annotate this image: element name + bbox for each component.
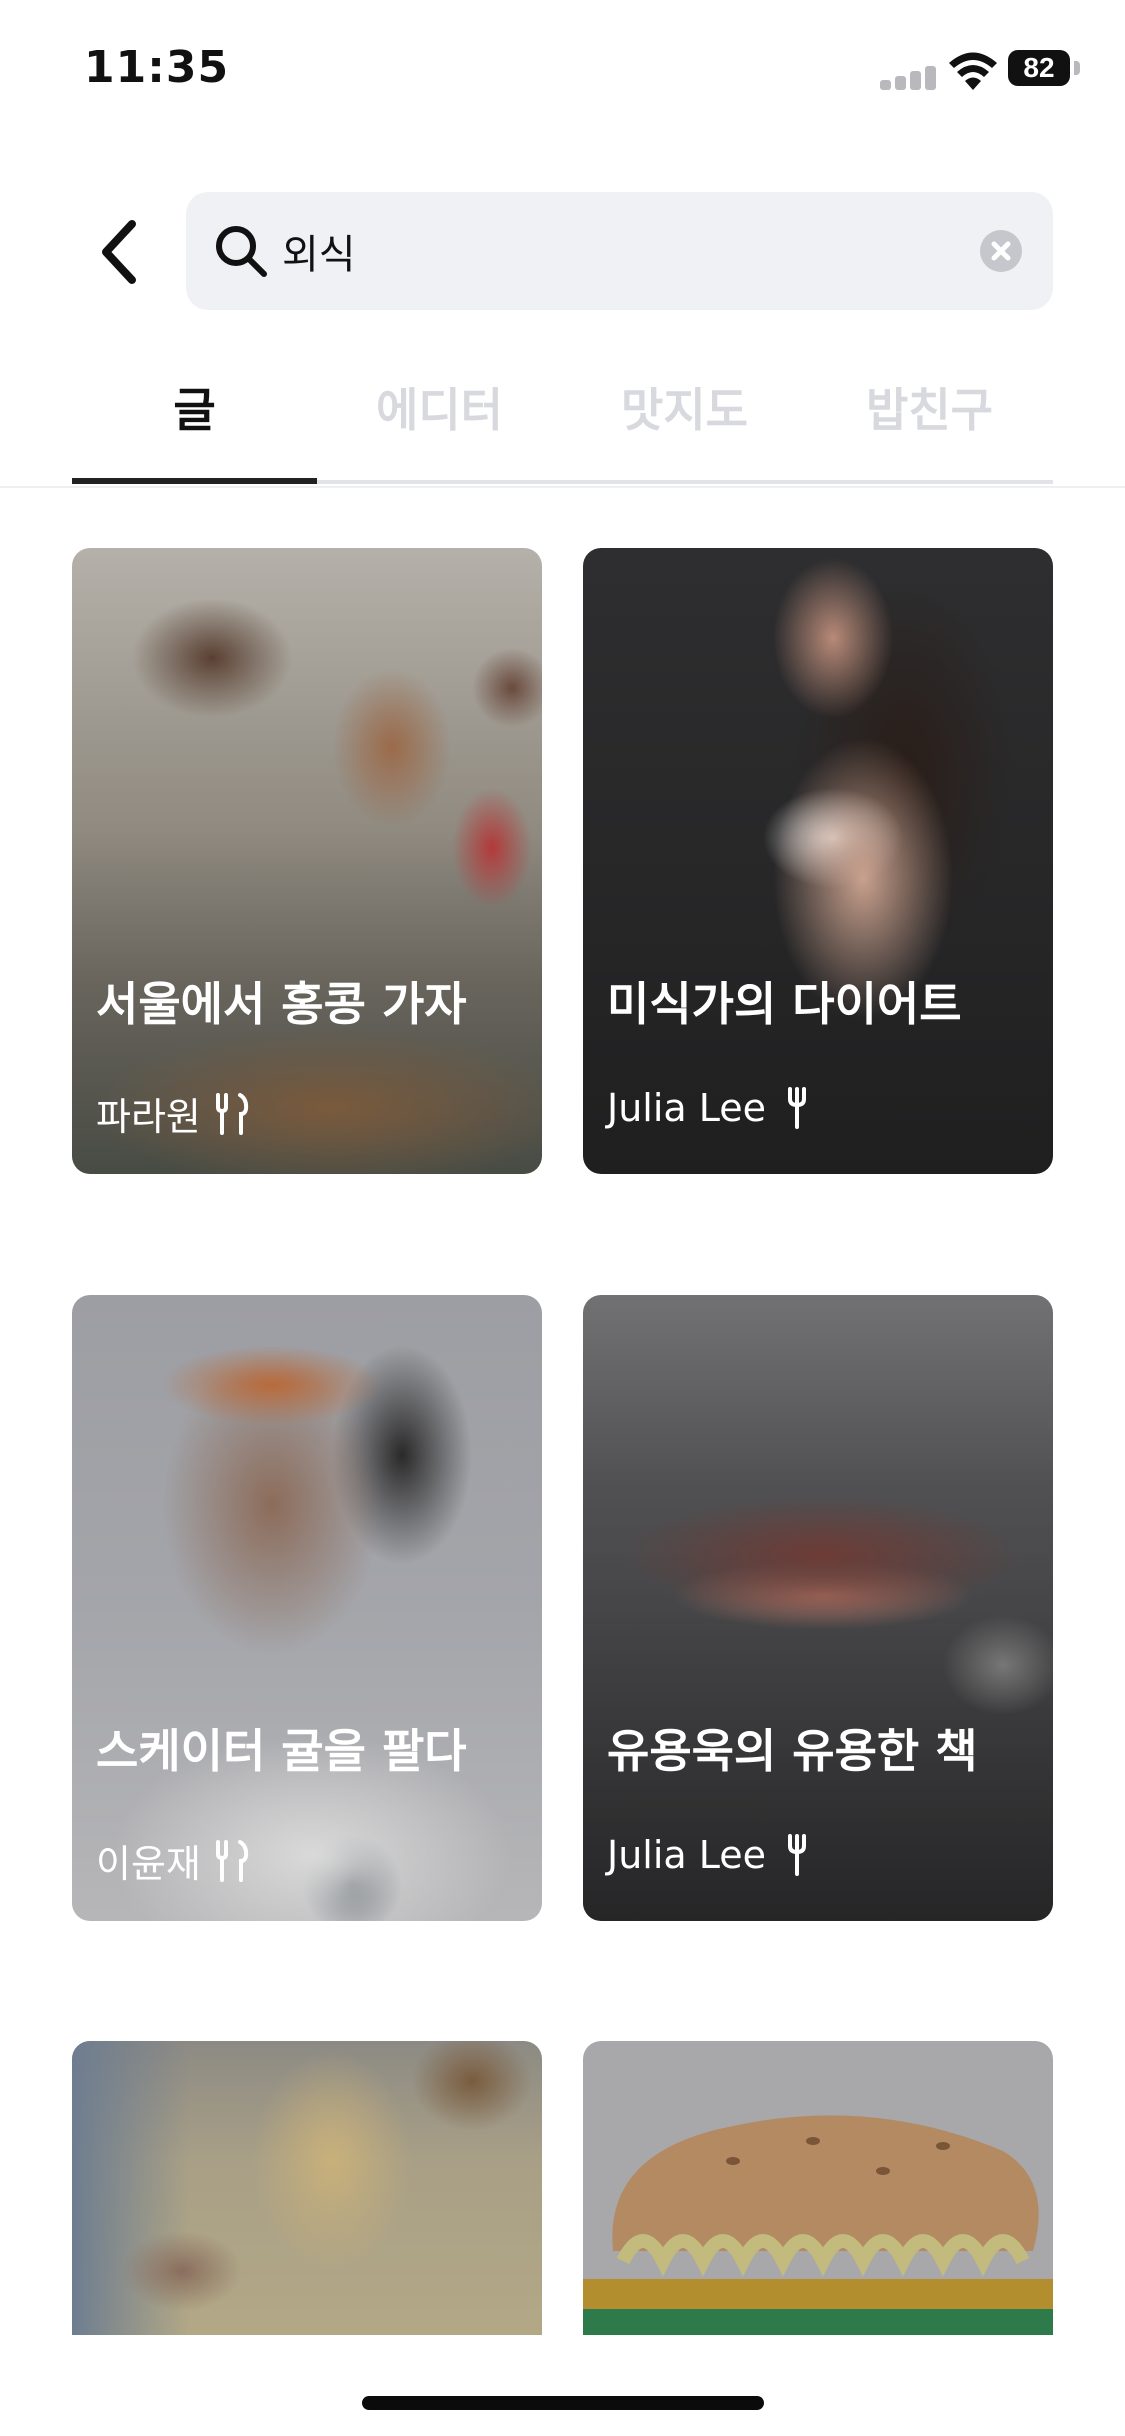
article-author: Julia Lee [607, 1833, 814, 1877]
search-input[interactable] [282, 216, 932, 286]
article-title: 스케이터 귤을 팔다 [96, 1724, 467, 1778]
home-indicator[interactable] [362, 2396, 764, 2410]
article-title: 서울에서 홍콩 가자 [96, 977, 467, 1031]
article-card[interactable]: 미식가의 다이어트 Julia Lee [583, 548, 1053, 1174]
article-title: 미식가의 다이어트 [607, 977, 962, 1031]
article-card[interactable]: 유용욱의 유용한 책 Julia Lee [583, 1295, 1053, 1921]
author-name: Julia Lee [607, 1086, 767, 1130]
fork-icon [788, 1834, 807, 1876]
clear-search-button[interactable] [980, 230, 1022, 272]
article-image [583, 548, 1053, 1174]
tab-posts[interactable]: 글 [72, 370, 317, 476]
author-name: Julia Lee [607, 1833, 767, 1877]
battery-icon: 82 [1008, 50, 1082, 88]
article-author: Julia Lee [607, 1086, 814, 1130]
article-image [72, 548, 542, 1174]
wifi-icon [949, 52, 997, 90]
cellular-signal-icon [880, 64, 936, 90]
back-icon[interactable] [92, 214, 152, 290]
article-author: 이윤재 [96, 1833, 249, 1888]
tab-food-map[interactable]: 맛지도 [562, 370, 807, 476]
author-name: 파라원 [96, 1095, 201, 1139]
tab-editors[interactable]: 에디터 [317, 370, 562, 476]
burger-illustration [583, 2115, 1053, 2335]
article-image [583, 1295, 1053, 1921]
search-bar[interactable] [186, 192, 1053, 310]
divider [0, 486, 1125, 488]
article-image [72, 1295, 542, 1921]
close-icon [991, 241, 1011, 261]
search-icon [216, 226, 267, 277]
author-name: 이윤재 [96, 1842, 201, 1886]
fork-icon [788, 1087, 807, 1129]
tab-bar: 글 에디터 맛지도 밥친구 [72, 370, 1053, 486]
battery-level: 82 [1008, 50, 1070, 86]
article-author: 파라원 [96, 1086, 249, 1141]
article-card[interactable]: 스케이터 귤을 팔다 이윤재 [72, 1295, 542, 1921]
article-card[interactable] [72, 2041, 542, 2335]
tab-meal-friends[interactable]: 밥친구 [807, 370, 1052, 476]
article-image [72, 2041, 542, 2335]
article-card[interactable] [583, 2041, 1053, 2335]
fork-knife-icon [215, 1092, 249, 1135]
article-card[interactable]: 서울에서 홍콩 가자 파라원 [72, 548, 542, 1174]
fork-knife-icon [215, 1839, 249, 1882]
article-title: 유용욱의 유용한 책 [607, 1724, 978, 1778]
status-bar: 11:35 82 [0, 0, 1125, 140]
tab-active-indicator [72, 478, 317, 484]
status-time: 11:35 [84, 42, 230, 93]
